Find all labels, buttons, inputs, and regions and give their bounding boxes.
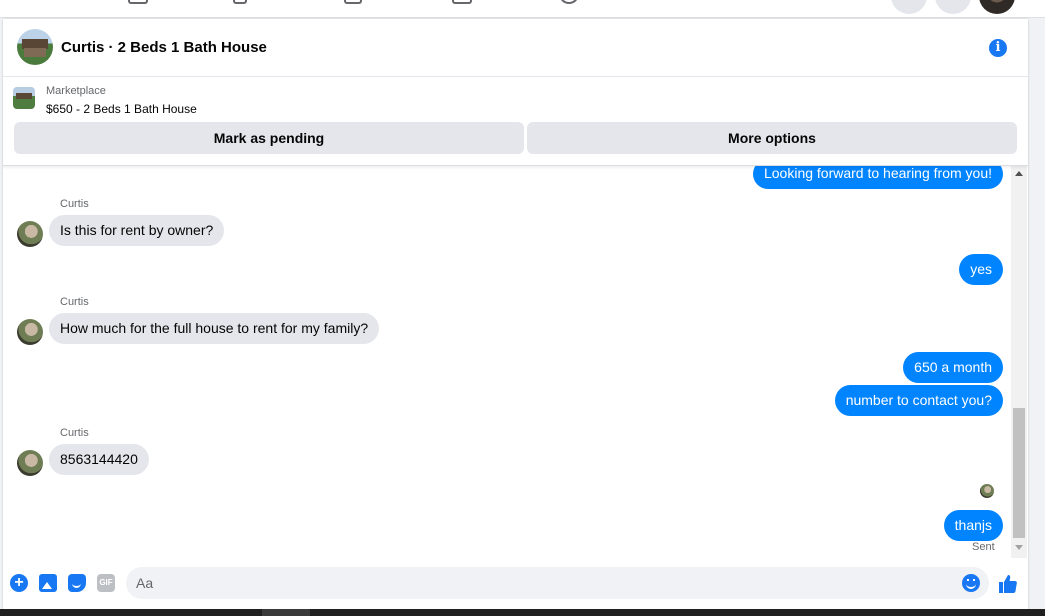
sender-avatar[interactable] [17,319,43,345]
more-options-button[interactable]: More options [527,122,1017,154]
message-sender-name: Curtis [60,296,89,308]
sender-avatar[interactable] [17,450,43,476]
chat-header: Curtis · 2 Beds 1 Bath House i [3,19,1028,77]
outgoing-message[interactable]: 650 a month [903,352,1003,383]
emoji-icon[interactable] [962,574,980,592]
sticker-icon[interactable] [68,574,86,592]
photo-icon[interactable] [39,574,57,592]
taskbar-strip [0,609,1045,616]
conversation-title[interactable]: Curtis · 2 Beds 1 Bath House [61,39,267,56]
message-input[interactable] [126,567,989,599]
conversation-avatar[interactable] [17,29,53,65]
thumbs-up-icon[interactable] [998,574,1018,594]
account-avatar[interactable] [979,0,1015,14]
outgoing-message[interactable]: number to contact you? [834,385,1003,416]
message-thread: Looking forward to hearing from you! Cur… [3,166,1028,558]
scroll-down-arrow-icon[interactable] [1015,545,1023,550]
listing-price-title[interactable]: $650 - 2 Beds 1 Bath House [46,102,197,116]
message-sender-name: Curtis [60,427,89,439]
message-composer: + GIF [3,564,1028,604]
message-sender-name: Curtis [60,198,89,210]
notifications-icon[interactable] [935,0,971,14]
incoming-message[interactable]: 8563144420 [49,444,149,475]
plus-icon[interactable]: + [10,574,28,592]
message-status: Sent [972,541,995,553]
marketplace-listing-banner: Marketplace $650 - 2 Beds 1 Bath House M… [3,78,1028,166]
scroll-up-arrow-icon[interactable] [1015,171,1023,176]
gif-icon[interactable]: GIF [97,574,115,592]
chat-window: Curtis · 2 Beds 1 Bath House i Marketpla… [3,19,1028,616]
read-receipt-avatar [980,484,994,498]
incoming-message[interactable]: How much for the full house to rent for … [49,313,380,344]
thread-scrollbar[interactable] [1011,166,1027,558]
sender-avatar[interactable] [17,221,43,247]
mark-as-pending-button[interactable]: Mark as pending [14,122,524,154]
outgoing-message[interactable]: thanjs [943,510,1003,541]
top-navigation-bar [0,0,1045,18]
outgoing-message[interactable]: yes [959,254,1003,285]
listing-source-label: Marketplace [46,85,106,97]
menu-grid-icon[interactable] [891,0,927,14]
groups-nav-icon[interactable] [452,0,472,4]
incoming-message[interactable]: Is this for rent by owner? [49,215,225,246]
home-nav-icon[interactable] [128,0,148,4]
gaming-nav-icon[interactable] [559,0,579,4]
watch-nav-icon[interactable] [233,0,247,4]
marketplace-nav-icon[interactable] [344,0,362,4]
info-icon[interactable]: i [989,39,1007,57]
scrollbar-thumb[interactable] [1013,408,1025,538]
outgoing-message[interactable]: Looking forward to hearing from you! [752,166,1003,189]
listing-thumbnail[interactable] [13,87,35,109]
